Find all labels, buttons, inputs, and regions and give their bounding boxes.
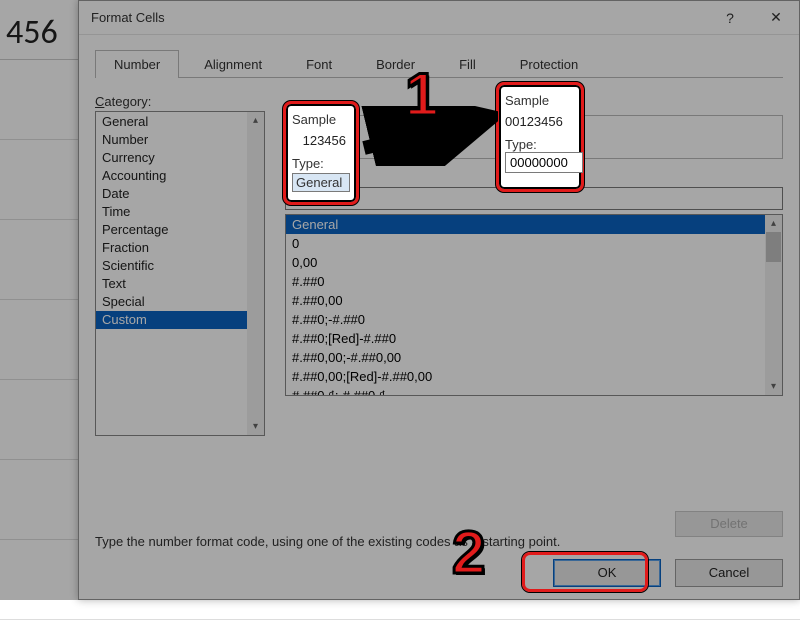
tab-fill[interactable]: Fill xyxy=(440,50,495,78)
dialog-title: Format Cells xyxy=(91,10,165,25)
list-item[interactable]: Percentage xyxy=(96,221,264,239)
format-cells-dialog: Format Cells ? ✕ Number Alignment Font B… xyxy=(78,0,800,600)
list-item[interactable]: Time xyxy=(96,203,264,221)
sample-value: 123456 xyxy=(296,134,339,149)
dialog-body: Category: General Number Currency Accoun… xyxy=(79,78,799,599)
list-item[interactable]: #.##0 xyxy=(286,272,782,291)
list-item[interactable]: General xyxy=(286,215,782,234)
dialog-tabs: Number Alignment Font Border Fill Protec… xyxy=(95,49,783,78)
list-item[interactable]: Accounting xyxy=(96,167,264,185)
list-item[interactable]: #.##0;[Red]-#.##0 xyxy=(286,329,782,348)
list-item[interactable]: Special xyxy=(96,293,264,311)
close-button[interactable]: ✕ xyxy=(753,1,799,35)
scrollbar[interactable]: ▴ ▾ xyxy=(247,112,264,435)
format-details: Sample 123456 Type: General 0 0,00 #.##0… xyxy=(285,111,783,436)
type-input[interactable] xyxy=(285,187,783,210)
dialog-footer: OK Cancel xyxy=(553,559,783,587)
tab-font[interactable]: Font xyxy=(287,50,351,78)
list-item[interactable]: Scientific xyxy=(96,257,264,275)
dialog-titlebar: Format Cells ? ✕ xyxy=(79,1,799,35)
list-item[interactable]: Date xyxy=(96,185,264,203)
list-item[interactable]: Text xyxy=(96,275,264,293)
scroll-down-icon[interactable]: ▾ xyxy=(247,418,264,435)
scrollbar[interactable]: ▴ ▾ xyxy=(765,215,782,395)
list-item[interactable]: Number xyxy=(96,131,264,149)
list-item[interactable]: 0 xyxy=(286,234,782,253)
tab-border[interactable]: Border xyxy=(357,50,434,78)
list-item[interactable]: Custom xyxy=(96,311,264,329)
list-item[interactable]: #.##0;-#.##0 xyxy=(286,310,782,329)
category-listbox[interactable]: General Number Currency Accounting Date … xyxy=(95,111,265,436)
format-codes-listbox[interactable]: General 0 0,00 #.##0 #.##0,00 #.##0;-#.#… xyxy=(285,214,783,396)
hint-text: Type the number format code, using one o… xyxy=(95,534,783,549)
sample-label: Sample xyxy=(294,107,343,121)
list-item[interactable]: General xyxy=(96,113,264,131)
scroll-thumb[interactable] xyxy=(766,232,781,262)
scroll-up-icon[interactable]: ▴ xyxy=(247,112,264,129)
list-item[interactable]: #.##0,00;[Red]-#.##0,00 xyxy=(286,367,782,386)
ok-button[interactable]: OK xyxy=(553,559,661,587)
list-item[interactable]: Fraction xyxy=(96,239,264,257)
list-item[interactable]: 0,00 xyxy=(286,253,782,272)
list-item[interactable]: #.##0,00;-#.##0,00 xyxy=(286,348,782,367)
scroll-up-icon[interactable]: ▴ xyxy=(765,215,782,232)
tab-alignment[interactable]: Alignment xyxy=(185,50,281,78)
list-item[interactable]: #.##0 ₫;-#.##0 ₫ xyxy=(286,386,782,396)
tab-protection[interactable]: Protection xyxy=(501,50,598,78)
tab-number[interactable]: Number xyxy=(95,50,179,78)
list-item[interactable]: #.##0,00 xyxy=(286,291,782,310)
scroll-down-icon[interactable]: ▾ xyxy=(765,378,782,395)
sample-group: Sample 123456 xyxy=(285,115,783,159)
help-button[interactable]: ? xyxy=(707,1,753,35)
list-item[interactable]: Currency xyxy=(96,149,264,167)
category-label: Category: xyxy=(95,94,783,109)
cancel-button[interactable]: Cancel xyxy=(675,559,783,587)
type-label: Type: xyxy=(285,169,783,184)
